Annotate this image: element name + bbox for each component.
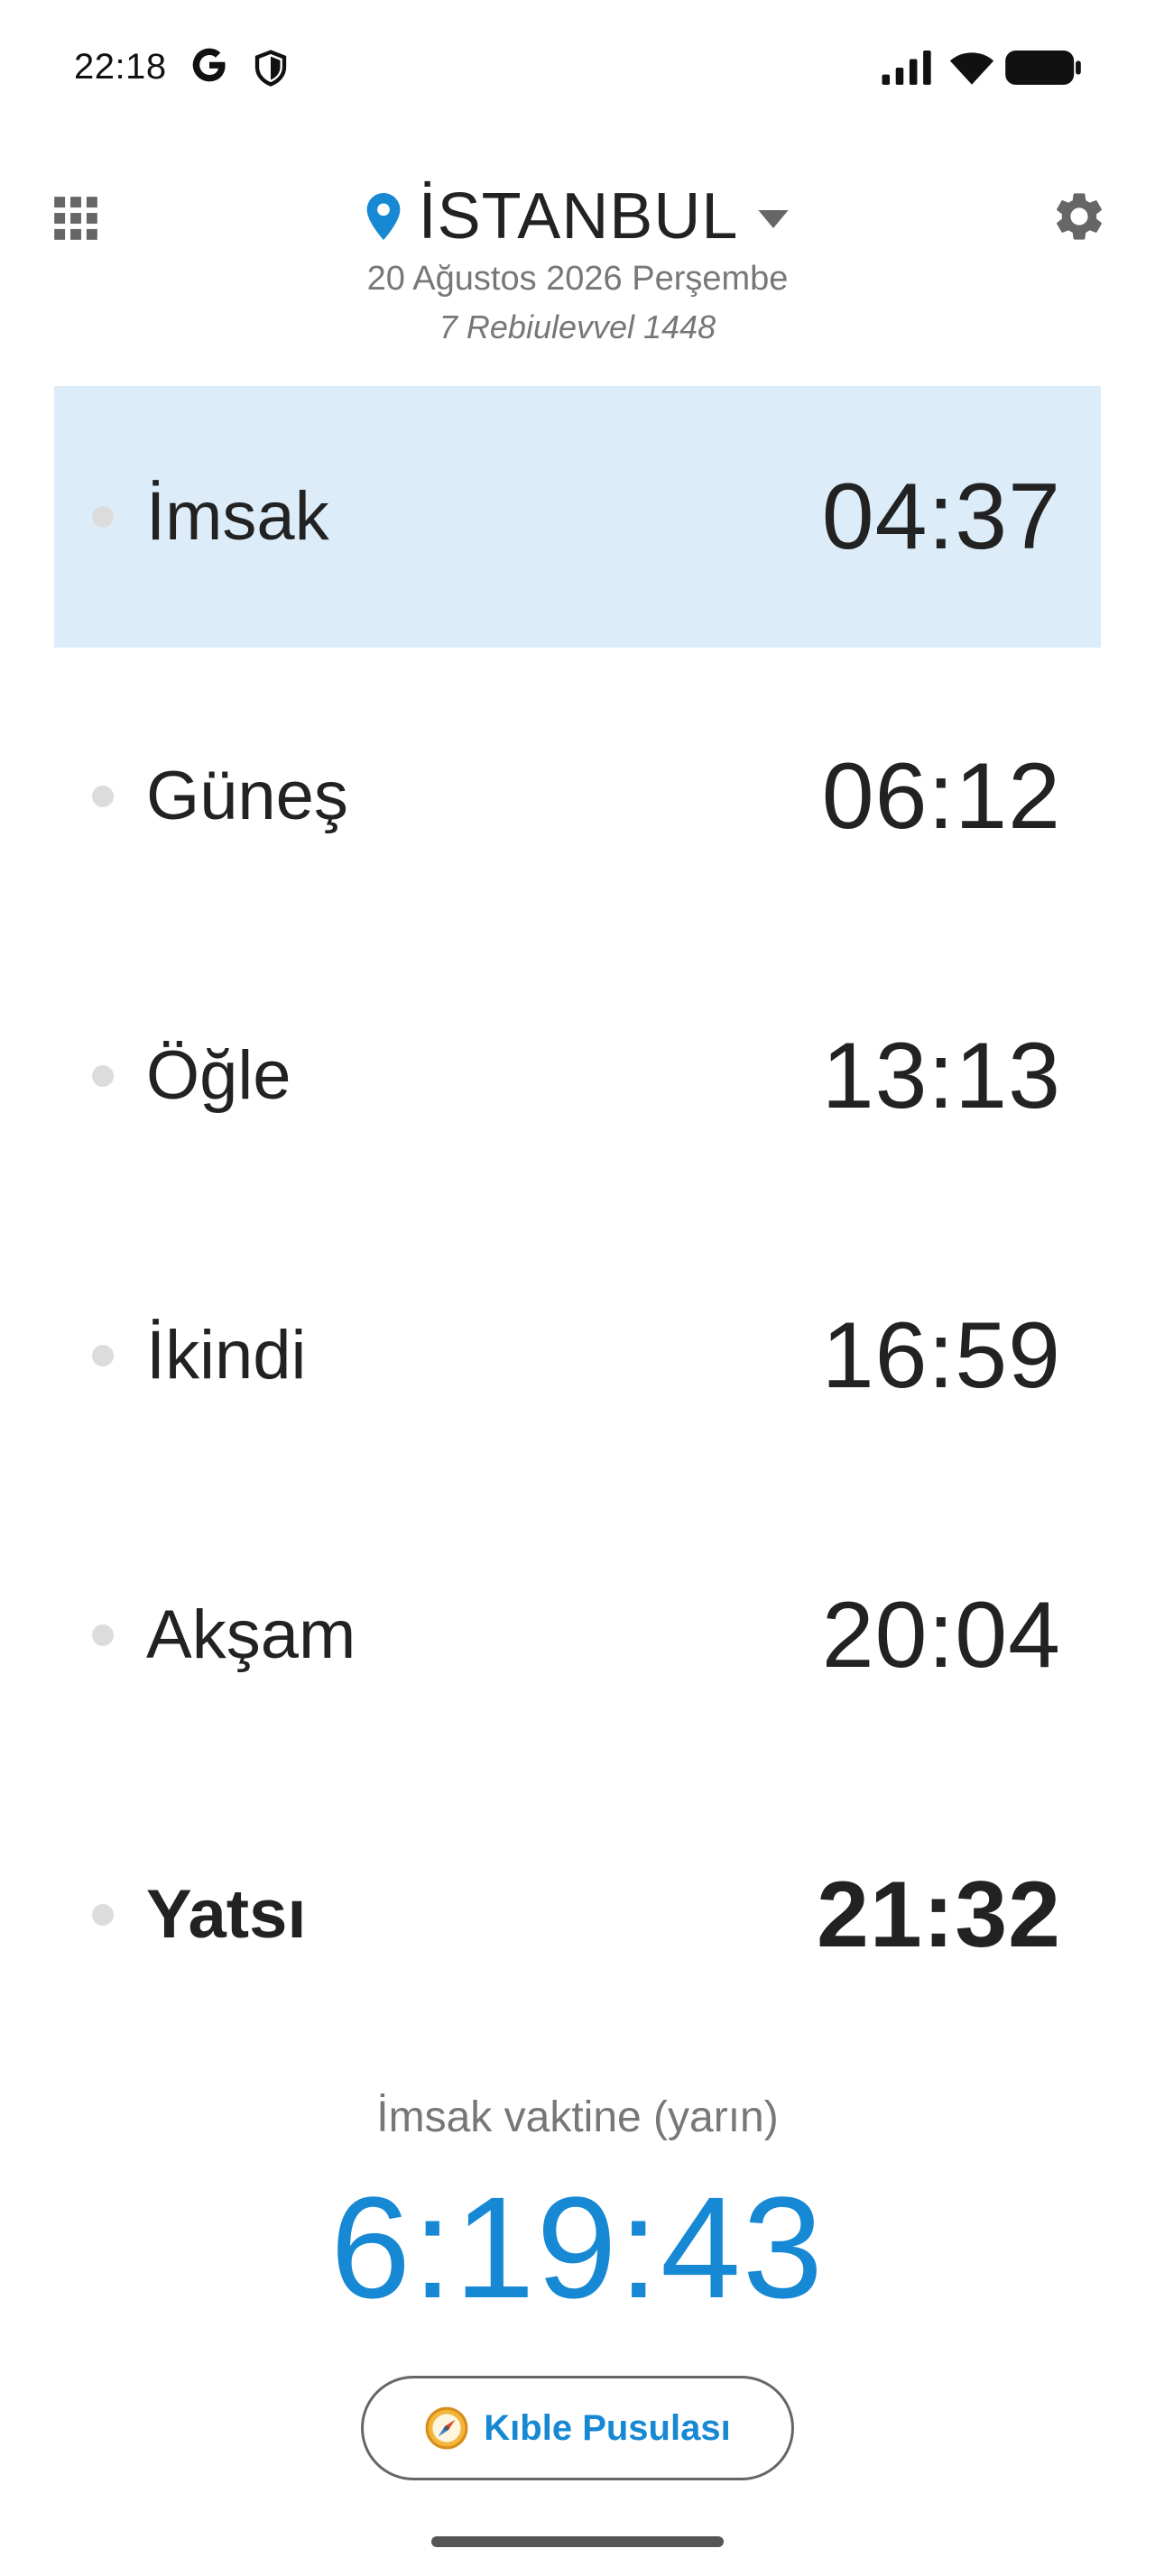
- prayer-dot: [92, 506, 114, 528]
- prayer-time: 16:59: [821, 1303, 1061, 1408]
- prayer-name: Akşam: [146, 1596, 356, 1673]
- compass-icon: [425, 2406, 468, 2450]
- status-bar: 22:18: [0, 0, 1155, 135]
- prayer-row-aksam[interactable]: Akşam 20:04: [54, 1504, 1101, 1766]
- prayer-name: Öğle: [146, 1037, 291, 1114]
- countdown-timer: 6:19:43: [330, 2167, 825, 2328]
- prayer-dot: [92, 1065, 114, 1087]
- gregorian-date: 20 Ağustos 2026 Perşembe: [366, 260, 789, 298]
- qibla-compass-button[interactable]: Kıble Pusulası: [361, 2376, 794, 2480]
- gear-icon[interactable]: [1050, 188, 1108, 245]
- prayer-name: Güneş: [146, 758, 348, 834]
- prayer-name: İkindi: [146, 1317, 307, 1394]
- prayer-row-imsak[interactable]: İmsak 04:37: [54, 386, 1101, 648]
- shield-icon: [254, 50, 287, 87]
- prayer-times-list: İmsak 04:37 Güneş 06:12 Öğle 13:13 İkind…: [54, 386, 1101, 2064]
- header: İSTANBUL 20 Ağustos 2026 Perşembe 7 Rebi…: [0, 153, 1155, 370]
- prayer-row-ikindi[interactable]: İkindi 16:59: [54, 1225, 1101, 1486]
- prayer-row-gunes[interactable]: Güneş 06:12: [54, 666, 1101, 927]
- hijri-date: 7 Rebiulevvel 1448: [439, 308, 716, 345]
- prayer-dot: [92, 1904, 114, 1926]
- city-selector[interactable]: İSTANBUL: [0, 171, 1155, 262]
- prayer-time: 04:37: [821, 465, 1061, 569]
- status-time: 22:18: [74, 47, 167, 87]
- city-name: İSTANBUL: [418, 180, 739, 253]
- countdown-label: İmsak vaktine (yarın): [376, 2093, 779, 2141]
- prayer-time: 13:13: [821, 1024, 1061, 1128]
- prayer-dot: [92, 786, 114, 807]
- prayer-name: İmsak: [146, 478, 329, 555]
- prayer-row-ogle[interactable]: Öğle 13:13: [54, 945, 1101, 1207]
- signal-icon: [882, 51, 931, 85]
- battery-icon: [1005, 51, 1081, 85]
- prayer-time: 20:04: [821, 1583, 1061, 1688]
- location-pin-icon: [366, 193, 400, 240]
- prayer-name: Yatsı: [146, 1876, 307, 1953]
- prayer-dot: [92, 1345, 114, 1366]
- chevron-down-icon: [758, 210, 790, 228]
- prayer-time: 21:32: [817, 1863, 1061, 1967]
- home-indicator[interactable]: [431, 2536, 724, 2547]
- wifi-icon: [949, 52, 994, 85]
- google-icon: [192, 48, 226, 82]
- prayer-times-screen: 22:18 İSTANBUL 20 Ağustos 2026 Perşembe …: [0, 0, 1155, 2576]
- prayer-time: 06:12: [821, 744, 1061, 849]
- prayer-dot: [92, 1624, 114, 1646]
- qibla-button-label: Kıble Pusulası: [484, 2407, 731, 2448]
- prayer-row-yatsi[interactable]: Yatsı 21:32: [54, 1784, 1101, 2046]
